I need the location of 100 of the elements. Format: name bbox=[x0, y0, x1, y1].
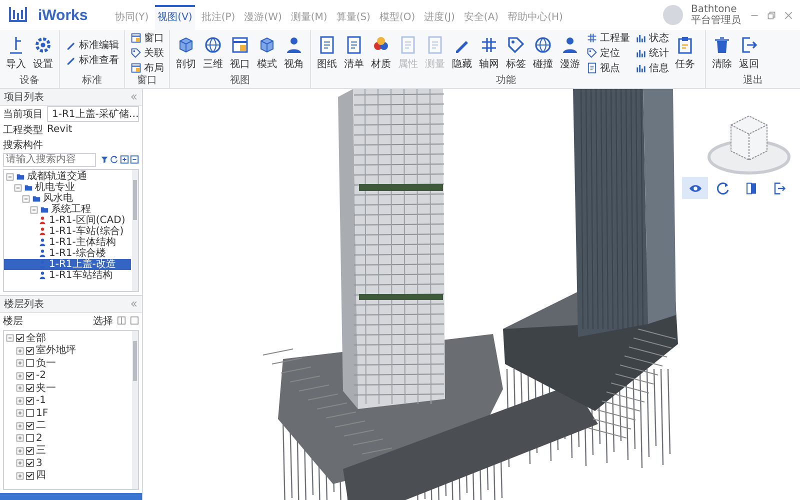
ribbon-button[interactable]: 工程量 bbox=[584, 30, 632, 44]
ribbon-button[interactable]: 关联 bbox=[128, 46, 166, 60]
ribbon-button[interactable]: 任务 bbox=[672, 32, 698, 72]
ribbon-button[interactable]: 信息 bbox=[633, 60, 671, 74]
ribbon-button[interactable]: 模式 bbox=[254, 32, 280, 72]
filter-button[interactable] bbox=[100, 155, 109, 164]
tree-item[interactable]: 1-R1-综合楼 bbox=[4, 248, 131, 259]
checkbox[interactable] bbox=[16, 334, 24, 342]
search-field[interactable]: 请输入搜索内容 bbox=[3, 152, 96, 166]
tree-item[interactable]: 风水电 bbox=[4, 193, 131, 204]
tree-item[interactable]: 成都轨道交通 bbox=[4, 171, 131, 182]
refresh-button[interactable] bbox=[110, 155, 119, 164]
ribbon-button[interactable]: 材质 bbox=[368, 32, 394, 72]
ribbon-button[interactable]: 导入 bbox=[3, 32, 29, 72]
ribbon-button[interactable]: 视口 bbox=[227, 32, 253, 72]
ribbon-button[interactable]: 清单 bbox=[341, 32, 367, 72]
group-label: 退出 bbox=[742, 75, 764, 88]
user-name: Bathtone bbox=[691, 4, 738, 15]
ribbon-button[interactable]: 定位 bbox=[584, 46, 632, 60]
view-tool-button[interactable] bbox=[682, 177, 708, 199]
ribbon-button[interactable]: 标准编辑 bbox=[63, 38, 121, 52]
tree-item[interactable]: 1-R1车站结构 bbox=[4, 270, 131, 281]
globe-icon bbox=[533, 34, 553, 54]
person-icon bbox=[560, 34, 580, 54]
floor-item[interactable]: 室外地坪 bbox=[4, 344, 131, 357]
double-chevron-icon bbox=[130, 300, 138, 308]
checkbox[interactable] bbox=[26, 359, 34, 368]
panel-icon bbox=[744, 180, 758, 196]
tree-item[interactable]: 1-R1-主体结构 bbox=[4, 237, 131, 248]
expand-button[interactable] bbox=[120, 155, 129, 164]
floor-item[interactable]: -1 bbox=[4, 394, 131, 407]
restore-icon bbox=[766, 10, 777, 20]
list-view-button[interactable] bbox=[117, 316, 126, 325]
floor-item[interactable]: 三 bbox=[4, 444, 131, 457]
project-dropdown[interactable]: 1-R1上盖-采矿储… bbox=[47, 106, 139, 122]
tree-item[interactable]: 1-R1上盖-改造 bbox=[4, 259, 131, 270]
ribbon-button[interactable]: 图纸 bbox=[314, 32, 340, 72]
ribbon-button[interactable]: 轴网 bbox=[476, 32, 502, 72]
tree-item[interactable]: 系统工程 bbox=[4, 204, 131, 215]
user-avatar bbox=[663, 5, 683, 25]
ribbon-button[interactable]: 窗口 bbox=[128, 30, 166, 44]
field-label: 工程类型 bbox=[3, 124, 43, 136]
person-icon bbox=[284, 34, 304, 54]
checkbox[interactable] bbox=[26, 459, 34, 468]
window-icon bbox=[130, 62, 142, 74]
ribbon-button[interactable]: 清除 bbox=[709, 32, 735, 72]
floor-item[interactable]: 四 bbox=[4, 470, 131, 482]
floor-item[interactable]: 夹一 bbox=[4, 382, 131, 394]
floor-item[interactable]: 1F bbox=[4, 407, 131, 420]
floor-item[interactable]: 2 bbox=[4, 432, 131, 444]
ribbon-button[interactable]: 视点 bbox=[584, 60, 632, 74]
scrollbar[interactable] bbox=[132, 331, 138, 489]
ribbon-button[interactable]: 标签 bbox=[503, 32, 529, 72]
floor-item[interactable]: 二 bbox=[4, 420, 131, 432]
minus-box-icon bbox=[130, 155, 139, 164]
ribbon-button[interactable]: 状态 bbox=[633, 30, 671, 44]
ribbon-button[interactable]: 标准查看 bbox=[63, 53, 121, 67]
checkbox[interactable] bbox=[26, 434, 34, 442]
checkbox[interactable] bbox=[26, 446, 34, 455]
app-name: iWorks bbox=[38, 6, 88, 24]
window-icon bbox=[230, 34, 250, 54]
floor-item[interactable]: -2 bbox=[4, 370, 131, 382]
tree-item[interactable]: 1-R1-区间(CAD) bbox=[4, 215, 131, 226]
funnel-icon bbox=[100, 155, 109, 164]
field-value: Revit bbox=[47, 124, 72, 135]
floor-item[interactable]: 全部 bbox=[4, 332, 131, 344]
scrollbar[interactable] bbox=[132, 170, 138, 291]
ribbon-button[interactable]: 视角 bbox=[281, 32, 307, 72]
checkbox[interactable] bbox=[26, 422, 34, 430]
ribbon-button[interactable]: 设置 bbox=[30, 32, 56, 72]
floor-item[interactable]: 负一 bbox=[4, 357, 131, 370]
ribbon-button[interactable]: 统计 bbox=[633, 46, 671, 60]
tree-item[interactable]: 1-R1-车站(综合) bbox=[4, 226, 131, 237]
panel-title: 楼层列表 bbox=[4, 298, 44, 311]
checkbox[interactable] bbox=[26, 346, 34, 355]
ribbon-button[interactable]: 漫游 bbox=[557, 32, 583, 72]
document-icon bbox=[586, 62, 598, 74]
checkbox[interactable] bbox=[26, 472, 34, 480]
ribbon-button[interactable]: 布局 bbox=[128, 60, 166, 74]
ribbon-button[interactable]: 返回 bbox=[736, 32, 762, 72]
ribbon-button[interactable]: 三维 bbox=[200, 32, 226, 72]
split-square-icon bbox=[117, 316, 126, 325]
checkbox[interactable] bbox=[26, 409, 34, 418]
checkbox[interactable] bbox=[26, 384, 34, 392]
panel-title: 项目列表 bbox=[4, 90, 44, 104]
collapse-button[interactable] bbox=[130, 155, 139, 164]
ribbon-button[interactable]: 剖切 bbox=[173, 32, 199, 72]
restore-button[interactable] bbox=[766, 10, 777, 20]
ribbon-button[interactable]: 碰撞 bbox=[530, 32, 556, 72]
menu-tab[interactable]: 视图(V) bbox=[154, 5, 196, 30]
tree-item[interactable]: 机电专业 bbox=[4, 182, 131, 193]
grid-view-button[interactable] bbox=[130, 316, 139, 325]
checkbox[interactable] bbox=[26, 372, 34, 380]
checkbox[interactable] bbox=[26, 396, 34, 405]
view-cube-drawing[interactable] bbox=[708, 115, 790, 174]
close-button[interactable] bbox=[783, 10, 794, 20]
collapse-button[interactable] bbox=[130, 93, 138, 101]
collapse-button[interactable] bbox=[130, 300, 138, 308]
floor-item[interactable]: 3 bbox=[4, 457, 131, 470]
ribbon-button[interactable]: 隐藏 bbox=[449, 32, 475, 72]
